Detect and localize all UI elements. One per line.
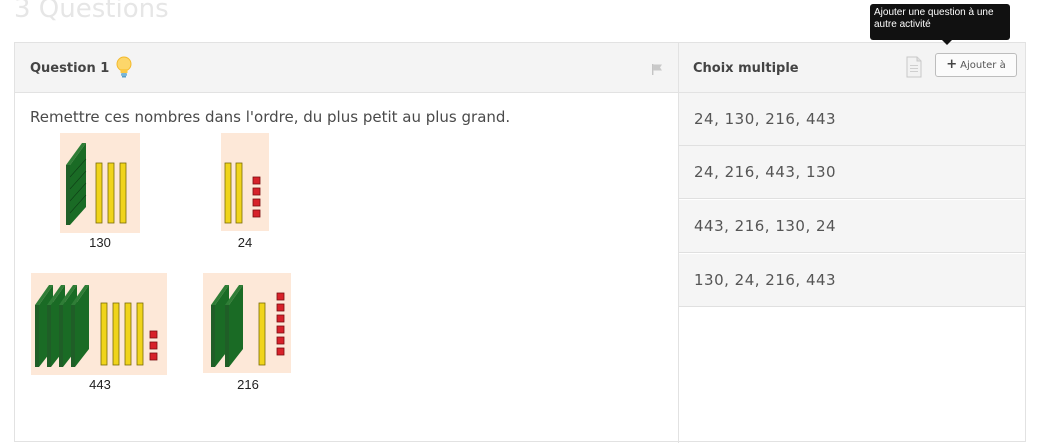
flag-icon[interactable] <box>651 60 663 79</box>
tile-value: 443 <box>89 377 111 392</box>
add-to-label: Ajouter à <box>960 59 1006 71</box>
document-icon[interactable] <box>906 56 922 82</box>
add-to-button[interactable]: + Ajouter à <box>935 53 1017 77</box>
choice-option-1[interactable]: 24, 130, 216, 443 <box>679 93 1025 146</box>
choice-option-3[interactable]: 443, 216, 130, 24 <box>679 200 1025 253</box>
section-title: 3 Questions <box>14 0 169 24</box>
card-header: Question 1 Choix multiple + Ajouter à <box>15 43 1025 93</box>
base-ten-tile-130 <box>60 133 140 237</box>
tile-value: 24 <box>237 235 253 250</box>
question-prompt: Remettre ces nombres dans l'ordre, du pl… <box>30 108 511 126</box>
base-ten-tile-216 <box>203 273 291 377</box>
base-ten-tile-443 <box>31 273 167 379</box>
choice-title: Choix multiple <box>693 61 799 76</box>
add-to-activity-tooltip: Ajouter une question à une autre activit… <box>870 4 1010 45</box>
plus-icon: + <box>946 57 958 72</box>
choice-option-2[interactable]: 24, 216, 443, 130 <box>679 146 1025 199</box>
lightbulb-icon[interactable] <box>115 56 133 82</box>
tile-value: 130 <box>89 235 111 250</box>
question-label: Question 1 <box>30 61 110 76</box>
choice-option-4[interactable]: 130, 24, 216, 443 <box>679 254 1025 307</box>
base-ten-tile-24 <box>221 133 269 235</box>
question-card: Question 1 Choix multiple + Ajouter à Re… <box>14 42 1026 443</box>
tile-value: 216 <box>237 377 259 392</box>
